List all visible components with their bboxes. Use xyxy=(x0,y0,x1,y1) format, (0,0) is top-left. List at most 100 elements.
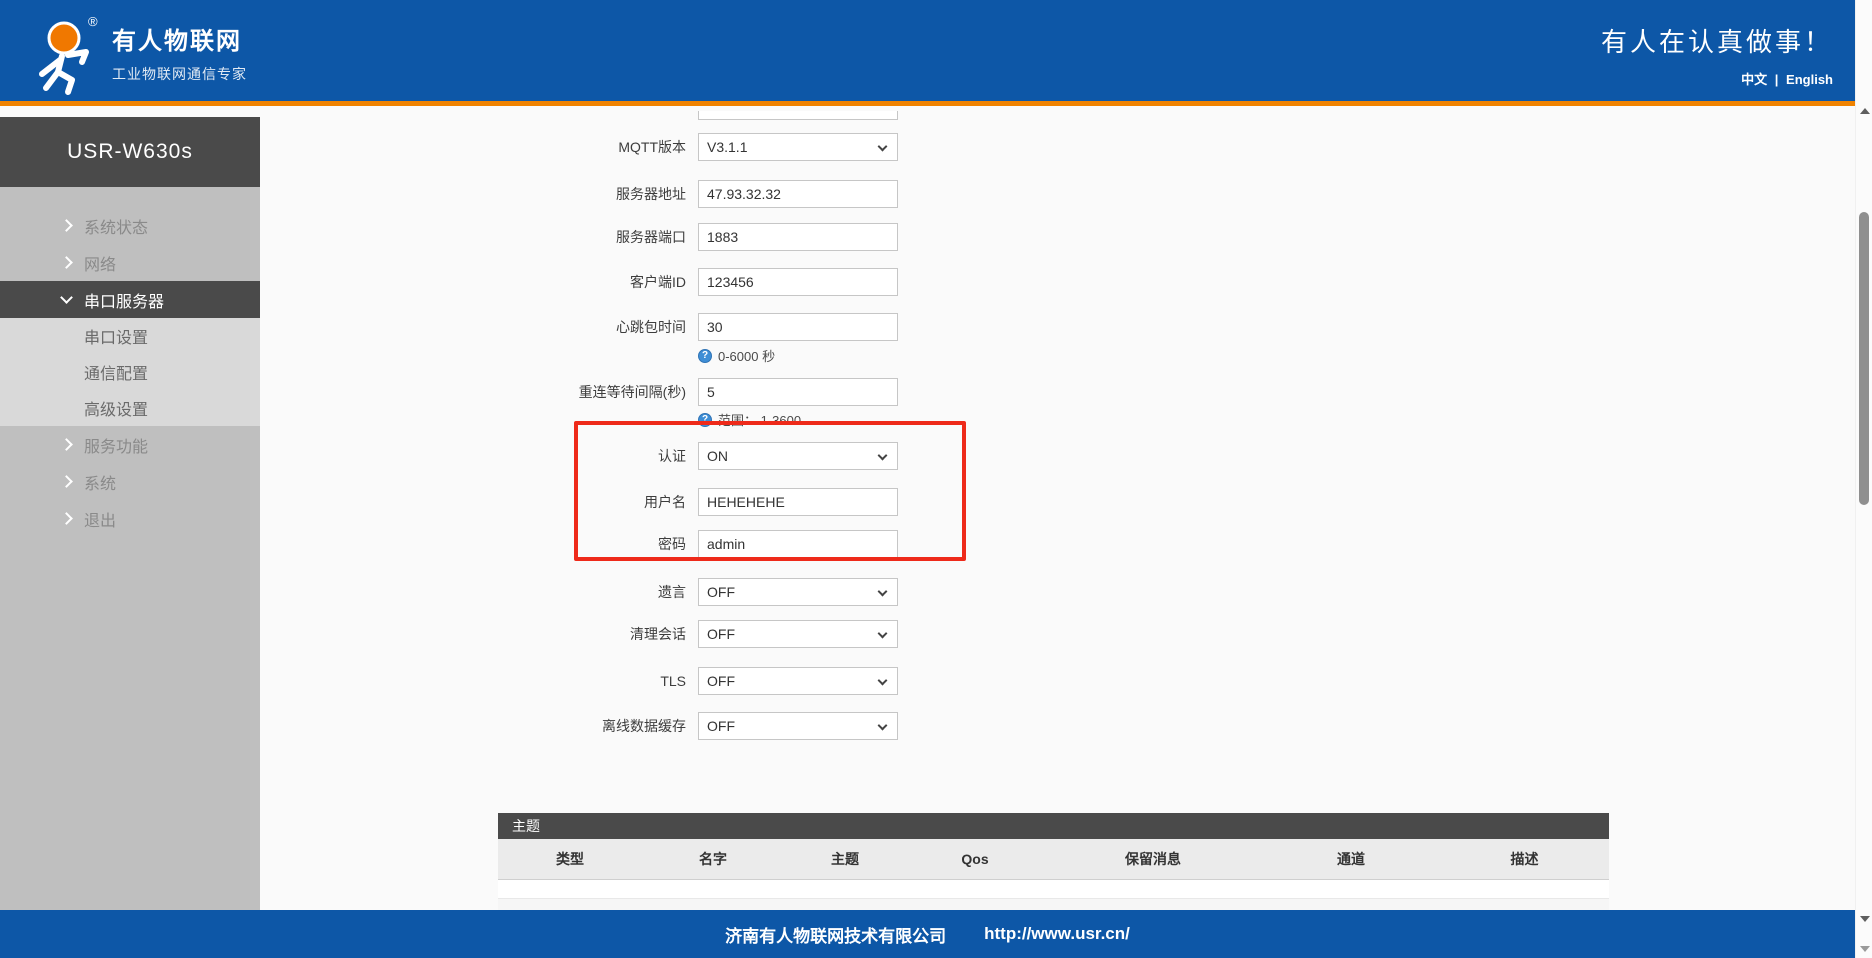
form-row-client-id: 客户端ID xyxy=(260,268,898,296)
table-header-row: 类型 名字 主题 Qos 保留消息 通道 描述 xyxy=(498,839,1609,879)
form-row-mqtt-version: MQTT版本 V3.1.1 xyxy=(260,133,898,161)
column-header-channel: 通道 xyxy=(1262,839,1440,879)
sidebar-subitem-label: 串口设置 xyxy=(84,324,148,348)
device-title: USR-W630s xyxy=(0,117,260,187)
field-label: 遗言 xyxy=(260,582,686,602)
password-input[interactable] xyxy=(698,530,898,558)
sidebar-item-label: 系统状态 xyxy=(84,214,148,238)
column-header-retain: 保留消息 xyxy=(1044,839,1262,879)
heartbeat-time-input[interactable] xyxy=(698,313,898,341)
chevron-right-icon xyxy=(60,438,73,451)
truncated-field-above[interactable] xyxy=(698,111,898,120)
form-row-password: 密码 xyxy=(260,530,898,558)
company-name: 济南有人物联网技术有限公司 xyxy=(725,922,946,947)
reconnect-interval-input[interactable] xyxy=(698,378,898,406)
main-content: MQTT版本 V3.1.1 服务器地址 服务器端口 客户端ID 心跳包时间 ? … xyxy=(260,111,1855,910)
hint-text: 范围： 1-3600 xyxy=(718,410,801,429)
sidebar-subitem-serial-settings[interactable]: 串口设置 xyxy=(0,318,260,354)
chevron-right-icon xyxy=(60,512,73,525)
table-row xyxy=(498,898,1609,910)
field-label: 密码 xyxy=(260,534,686,554)
sidebar-item-label: 退出 xyxy=(84,507,116,531)
server-address-input[interactable] xyxy=(698,180,898,208)
topic-table: 主题 类型 名字 主题 Qos 保留消息 通道 描述 xyxy=(498,813,1609,910)
chevron-down-icon xyxy=(878,629,888,639)
tls-select[interactable]: OFF xyxy=(698,667,898,695)
lang-zh-link[interactable]: 中文 xyxy=(1741,72,1767,87)
form-row-heartbeat-time: 心跳包时间 xyxy=(260,313,898,341)
chevron-down-icon xyxy=(60,291,73,304)
select-value: OFF xyxy=(707,584,735,600)
form-row-username: 用户名 xyxy=(260,488,898,516)
sidebar-item-label: 系统 xyxy=(84,470,116,494)
column-header-qos: Qos xyxy=(906,839,1044,879)
field-label: 心跳包时间 xyxy=(260,317,686,337)
sidebar-subitem-comm-config[interactable]: 通信配置 xyxy=(0,354,260,390)
sidebar-item-label: 服务功能 xyxy=(84,433,148,457)
company-url-link[interactable]: http://www.usr.cn/ xyxy=(984,924,1130,944)
server-port-input[interactable] xyxy=(698,223,898,251)
logo-block: ® 有人物联网 工业物联网通信专家 xyxy=(24,8,247,96)
form-row-tls: TLS OFF xyxy=(260,667,898,695)
field-label: 服务器地址 xyxy=(260,184,686,204)
lang-en-link[interactable]: English xyxy=(1786,72,1833,87)
clean-session-select[interactable]: OFF xyxy=(698,620,898,648)
hint-text: 0-6000 秒 xyxy=(718,346,775,365)
vertical-scrollbar[interactable] xyxy=(1855,0,1872,958)
language-switch: 中文 | English xyxy=(1601,69,1833,88)
sidebar-item-system[interactable]: 系统 xyxy=(0,463,260,500)
sidebar: USR-W630s 系统状态 网络 串口服务器 串口设置 通信配置 xyxy=(0,117,260,910)
heartbeat-hint: ? 0-6000 秒 xyxy=(698,346,775,365)
client-id-input[interactable] xyxy=(698,268,898,296)
sidebar-subitem-label: 通信配置 xyxy=(84,360,148,384)
column-header-type: 类型 xyxy=(498,839,642,879)
form-row-server-port: 服务器端口 xyxy=(260,223,898,251)
usr-person-logo-icon: ® xyxy=(24,8,102,96)
scroll-up-arrow-icon[interactable] xyxy=(1860,108,1870,114)
column-header-name: 名字 xyxy=(642,839,784,879)
sidebar-item-logout[interactable]: 退出 xyxy=(0,500,260,537)
mqtt-version-select[interactable]: V3.1.1 xyxy=(698,133,898,161)
page: ® 有人物联网 工业物联网通信专家 有人在认真做事！ 中文 | English … xyxy=(0,0,1872,958)
form-row-auth: 认证 ON xyxy=(260,442,898,470)
sidebar-item-network[interactable]: 网络 xyxy=(0,244,260,281)
sidebar-item-service-function[interactable]: 服务功能 xyxy=(0,426,260,463)
column-header-description: 描述 xyxy=(1440,839,1609,879)
sidebar-item-label: 网络 xyxy=(84,251,116,275)
last-will-select[interactable]: OFF xyxy=(698,578,898,606)
form-row-last-will: 遗言 OFF xyxy=(260,578,898,606)
header-right: 有人在认真做事！ 中文 | English xyxy=(1601,22,1833,88)
form-row-clean-session: 清理会话 OFF xyxy=(260,620,898,648)
username-input[interactable] xyxy=(698,488,898,516)
sidebar-subitem-advanced-settings[interactable]: 高级设置 xyxy=(0,390,260,426)
corner-scroll-down-arrow-icon[interactable] xyxy=(1860,946,1870,952)
sidebar-item-system-status[interactable]: 系统状态 xyxy=(0,207,260,244)
scroll-down-arrow-icon[interactable] xyxy=(1860,916,1870,922)
field-label: TLS xyxy=(260,673,686,689)
field-label: 离线数据缓存 xyxy=(260,716,686,736)
registered-mark: ® xyxy=(88,14,98,29)
chevron-right-icon xyxy=(60,475,73,488)
select-value: V3.1.1 xyxy=(707,139,747,155)
column-header-topic: 主题 xyxy=(784,839,906,879)
scrollbar-thumb[interactable] xyxy=(1859,212,1869,505)
chevron-down-icon xyxy=(878,142,888,152)
help-icon: ? xyxy=(698,349,712,363)
chevron-right-icon xyxy=(60,256,73,269)
app-header: ® 有人物联网 工业物联网通信专家 有人在认真做事！ 中文 | English xyxy=(0,0,1855,106)
table-row xyxy=(498,879,1609,898)
sidebar-item-label: 串口服务器 xyxy=(84,288,164,312)
field-label: 服务器端口 xyxy=(260,227,686,247)
sidebar-item-serial-server[interactable]: 串口服务器 xyxy=(0,281,260,318)
help-icon: ? xyxy=(698,413,712,427)
table-title: 主题 xyxy=(498,813,1609,839)
field-label: 认证 xyxy=(260,446,686,466)
field-label: 用户名 xyxy=(260,492,686,512)
form-row-reconnect-interval: 重连等待间隔(秒) xyxy=(260,378,898,406)
reconnect-interval-hint: ? 范围： 1-3600 xyxy=(698,410,801,429)
offline-cache-select[interactable]: OFF xyxy=(698,712,898,740)
chevron-down-icon xyxy=(878,721,888,731)
auth-select[interactable]: ON xyxy=(698,442,898,470)
select-value: ON xyxy=(707,448,728,464)
select-value: OFF xyxy=(707,626,735,642)
